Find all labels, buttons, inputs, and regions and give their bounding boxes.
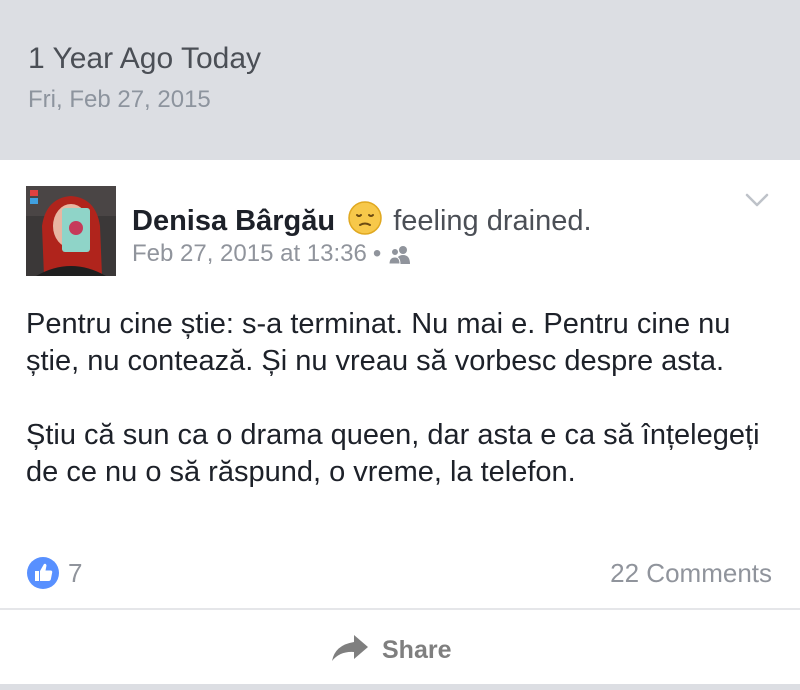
sad-face-emoji-icon <box>347 200 383 244</box>
friends-icon <box>387 244 413 272</box>
meta-separator: • <box>372 240 382 267</box>
author-line: Denisa Bârgău feeling drained. <box>132 200 592 244</box>
post-paragraph: Știu că sun ca o drama queen, dar asta e… <box>26 419 760 488</box>
comments-count[interactable]: 22 Comments <box>610 558 772 589</box>
share-button[interactable]: Share <box>330 628 480 672</box>
like-count[interactable]: 7 <box>68 558 82 589</box>
thumbs-up-icon[interactable] <box>26 556 60 590</box>
feeling-text: feeling drained. <box>393 205 592 237</box>
share-label: Share <box>382 635 452 664</box>
divider <box>0 608 800 610</box>
chevron-down-icon[interactable] <box>744 190 770 210</box>
memory-header: 1 Year Ago Today Fri, Feb 27, 2015 <box>0 0 800 160</box>
avatar-photo <box>26 186 116 276</box>
author-name[interactable]: Denisa Bârgău <box>132 205 335 237</box>
memory-date: Fri, Feb 27, 2015 <box>28 86 211 113</box>
post-body: Pentru cine știe: s-a terminat. Nu mai e… <box>26 306 776 491</box>
bottom-bar <box>0 684 800 690</box>
share-arrow-icon <box>330 633 370 668</box>
post-paragraph: Pentru cine știe: s-a terminat. Nu mai e… <box>26 308 731 377</box>
post-card: Denisa Bârgău feeling drained. Feb 27, 2… <box>0 160 800 690</box>
post-timestamp[interactable]: Feb 27, 2015 at 13:36 <box>132 240 367 267</box>
memory-title: 1 Year Ago Today <box>28 42 261 75</box>
avatar[interactable] <box>26 186 116 276</box>
post-meta: Feb 27, 2015 at 13:36 • <box>132 240 413 272</box>
